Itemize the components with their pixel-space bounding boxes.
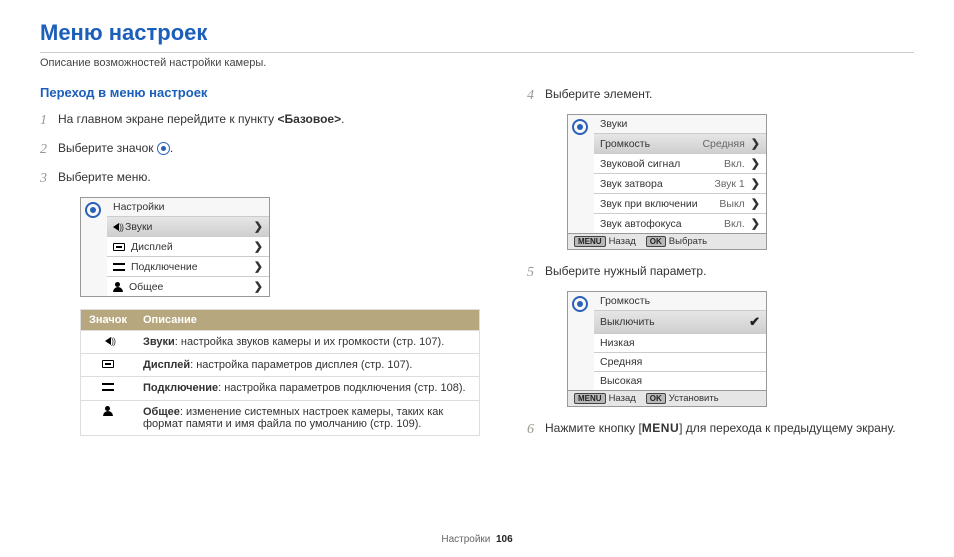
table-row: Звуки: настройка звуков камеры и их гром… [81, 331, 480, 354]
menu-tag-icon: MENU [574, 236, 606, 247]
desc-text: : настройка параметров дисплея (стр. 107… [190, 359, 412, 371]
desc-text: : изменение системных настроек камеры, т… [143, 406, 443, 430]
step-number: 2 [40, 139, 58, 160]
step-number: 6 [527, 419, 545, 440]
ok-tag-icon: OK [646, 393, 666, 404]
desc-text: : настройка звуков камеры и их громкости… [175, 336, 445, 348]
menu-row-label: Средняя [600, 356, 642, 368]
menu-row-label: Низкая [600, 337, 635, 349]
menu-row-value: Вкл. [724, 218, 745, 230]
chevron-right-icon: ❯ [751, 178, 760, 190]
menu-row[interactable]: Низкая [594, 333, 766, 352]
icon-description-table: Значок Описание Звуки: настройка звуков … [80, 309, 480, 436]
menu-row-label: Дисплей [131, 241, 173, 253]
gear-icon [85, 202, 101, 218]
table-row: Общее: изменение системных настроек каме… [81, 401, 480, 436]
menu-row-value: Средняя [702, 138, 744, 150]
menu-row[interactable]: Выключить ✔ [594, 310, 766, 333]
menu-row[interactable]: Средняя [594, 352, 766, 371]
menu-footer: MENUНазад OKУстановить [568, 390, 766, 406]
step-4-text: Выберите элемент. [545, 85, 914, 103]
chevron-right-icon: ❯ [751, 218, 760, 230]
menu-row-label: Звук автофокуса [600, 218, 682, 230]
menu-row[interactable]: Звуковой сигнал Вкл. ❯ [594, 153, 766, 173]
step-number: 5 [527, 262, 545, 283]
step-1-text: На главном экране перейдите к пункту <Ба… [58, 110, 477, 128]
menu-footer: MENUНазад OKВыбрать [568, 233, 766, 249]
person-icon [113, 282, 123, 292]
section-heading: Переход в меню настроек [40, 85, 477, 100]
menu-row[interactable]: Звук затвора Звук 1 ❯ [594, 173, 766, 193]
menu-row-label: Подключение [131, 261, 198, 273]
camera-menu-volume: Громкость Выключить ✔ Низкая Средняя Высокая… [567, 291, 767, 407]
menu-title: Настройки [107, 198, 269, 216]
table-header-icon: Значок [81, 310, 136, 331]
table-row: Дисплей: настройка параметров дисплея (с… [81, 354, 480, 377]
menu-row[interactable]: Звук автофокуса Вкл. ❯ [594, 213, 766, 233]
menu-tag-icon: MENU [574, 393, 606, 404]
menu-row-label: Выключить [600, 316, 655, 328]
menu-row[interactable]: Дисплей ❯ [107, 236, 269, 256]
camera-menu-settings: Настройки Звуки❯Дисплей❯Подключение❯Обще… [80, 197, 270, 297]
menu-title: Громкость [594, 292, 766, 310]
chevron-right-icon: ❯ [254, 220, 263, 233]
desc-label: Звуки [143, 336, 175, 348]
connect-icon [113, 262, 125, 272]
menu-row-label: Громкость [600, 138, 650, 150]
menu-row[interactable]: Подключение ❯ [107, 256, 269, 276]
desc-label: Дисплей [143, 359, 190, 371]
menu-row[interactable]: Звуки ❯ [107, 216, 269, 236]
step-number: 3 [40, 168, 58, 189]
check-icon: ✔ [749, 314, 760, 330]
camera-menu-sounds: Звуки Громкость Средняя ❯ Звуковой сигнал Вк… [567, 114, 767, 250]
menu-row-value: Звук 1 [714, 178, 744, 190]
chevron-right-icon: ❯ [254, 240, 263, 253]
chevron-right-icon: ❯ [254, 260, 263, 273]
menu-row-value: Выкл [719, 198, 744, 210]
gear-icon [572, 296, 588, 312]
table-header-desc: Описание [135, 310, 480, 331]
ok-tag-icon: OK [646, 236, 666, 247]
display-icon [113, 243, 125, 251]
chevron-right-icon: ❯ [751, 138, 760, 150]
gear-icon [572, 119, 588, 135]
step-5-text: Выберите нужный параметр. [545, 262, 914, 280]
gear-icon [157, 142, 170, 155]
chevron-right-icon: ❯ [254, 280, 263, 293]
step-6-text: Нажмите кнопку [MENU] для перехода к пре… [545, 419, 914, 437]
menu-row-label: Звуки [125, 221, 152, 233]
step-3-text: Выберите меню. [58, 168, 477, 186]
menu-row[interactable]: Звук при включении Выкл ❯ [594, 193, 766, 213]
connect-icon [102, 382, 114, 392]
menu-row-label: Звук затвора [600, 178, 663, 190]
speaker-icon [105, 337, 111, 345]
page-subtitle: Описание возможностей настройки камеры. [40, 52, 914, 69]
menu-row[interactable]: Громкость Средняя ❯ [594, 133, 766, 153]
table-row: Подключение: настройка параметров подклю… [81, 377, 480, 401]
menu-row-label: Высокая [600, 375, 642, 387]
menu-row-label: Звуковой сигнал [600, 158, 680, 170]
chevron-right-icon: ❯ [751, 198, 760, 210]
menu-row-label: Звук при включении [600, 198, 698, 210]
person-icon [103, 406, 113, 416]
step-2-text: Выберите значок . [58, 139, 477, 157]
chevron-right-icon: ❯ [751, 158, 760, 170]
page-footer: Настройки 106 [0, 534, 954, 545]
step-number: 1 [40, 110, 58, 131]
desc-text: : настройка параметров подключения (стр.… [218, 382, 465, 394]
menu-row-label: Общее [129, 281, 163, 293]
menu-row-value: Вкл. [724, 158, 745, 170]
desc-label: Общее [143, 406, 180, 418]
display-icon [102, 360, 114, 368]
speaker-icon [113, 223, 119, 231]
menu-title: Звуки [594, 115, 766, 133]
desc-label: Подключение [143, 382, 218, 394]
menu-row[interactable]: Высокая [594, 371, 766, 390]
page-title: Меню настроек [40, 20, 914, 46]
menu-row[interactable]: Общее ❯ [107, 276, 269, 296]
step-number: 4 [527, 85, 545, 106]
